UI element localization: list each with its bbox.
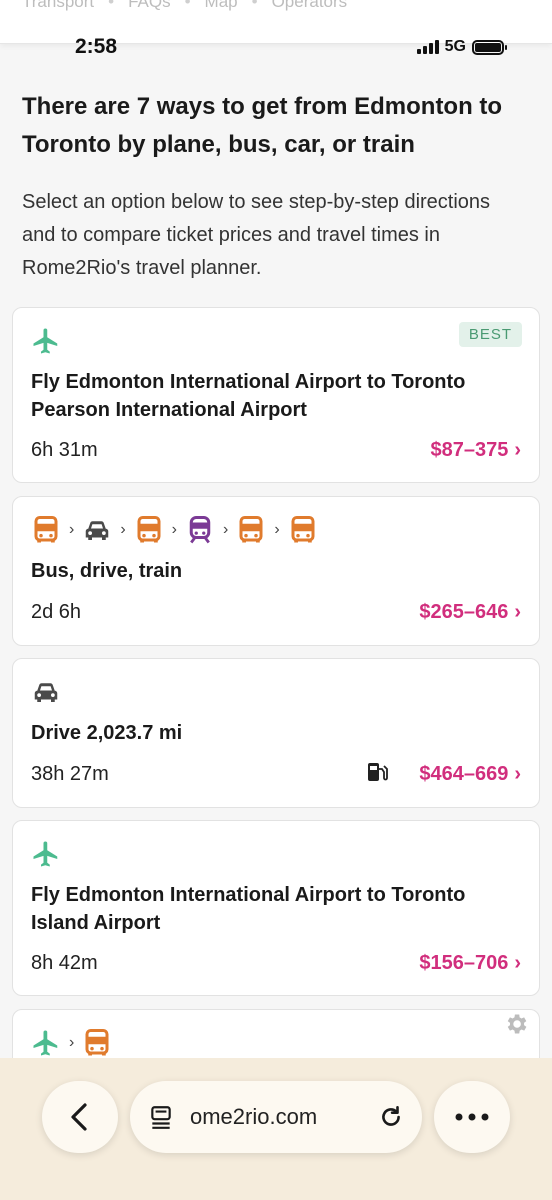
back-button[interactable] (42, 1081, 118, 1153)
status-indicators: 5G (416, 38, 507, 56)
route-title: Drive 2,023.7 mi (31, 722, 183, 744)
route-price[interactable]: $265–646 › (419, 601, 521, 624)
chevron-right-icon: › (222, 521, 229, 538)
route-card[interactable]: BEST Fly Edmonton International Airport … (12, 307, 540, 483)
status-time: 2:58 (75, 35, 118, 58)
chevron-right-icon: › (274, 521, 280, 538)
chevron-right-icon: › (171, 521, 177, 538)
status-bar: 2:58 5G (0, 30, 552, 64)
browser-toolbar: ome2rio.com (0, 1058, 552, 1200)
chevron-right-icon: › (514, 439, 521, 461)
url-text: ome2rio.com (190, 1104, 318, 1129)
route-duration: 38h 27m (31, 763, 109, 785)
route-modes (31, 839, 61, 869)
network-type: 5G (444, 38, 466, 55)
route-title: Fly Edmonton International Airport to To… (31, 884, 466, 934)
bus-icon (31, 515, 61, 545)
route-card[interactable]: › › › › › Bus, drive, train 2d 6h $265–6… (12, 496, 540, 646)
nav-link-transport[interactable]: Transport (22, 0, 94, 12)
signal-icon (416, 40, 439, 54)
reload-icon[interactable] (378, 1104, 404, 1130)
chevron-right-icon: › (120, 521, 126, 538)
battery-icon (472, 39, 507, 55)
route-title: Fly Edmonton International Airport to To… (31, 371, 466, 421)
nav-link-operators[interactable]: Operators (272, 0, 348, 12)
chevron-right-icon: › (514, 952, 521, 974)
price-range: $464–669 (419, 763, 509, 785)
address-bar[interactable]: ome2rio.com (130, 1081, 422, 1153)
route-modes: › (31, 1028, 112, 1058)
plane-icon (31, 1028, 61, 1058)
price-range: $156–706 (419, 952, 509, 974)
chevron-right-icon: › (69, 1034, 75, 1051)
more-icon (455, 1113, 489, 1121)
page-title: There are 7 ways to get from Edmonton to… (22, 93, 503, 158)
chevron-right-icon: › (514, 763, 521, 785)
nav-separator: • (108, 0, 115, 11)
page-menu-icon[interactable] (148, 1104, 174, 1130)
route-modes (31, 326, 61, 356)
route-duration: 2d 6h (31, 601, 82, 623)
nav-link-faqs[interactable]: FAQs (128, 0, 171, 12)
chevron-right-icon: › (69, 521, 75, 538)
chevron-right-icon: › (514, 601, 521, 623)
bus-icon (82, 1028, 112, 1058)
nav-separator: • (184, 0, 191, 11)
gear-icon[interactable] (503, 1011, 529, 1037)
route-price[interactable]: $87–375 › (430, 439, 521, 462)
bus-icon (134, 515, 164, 545)
route-price[interactable]: $464–669 › (419, 763, 521, 786)
plane-icon (31, 326, 61, 356)
chevron-left-icon (71, 1103, 87, 1131)
top-nav-links: Transport • FAQs • Map • Operators (22, 0, 347, 12)
route-modes: › › › › › (31, 515, 318, 545)
train-icon (185, 515, 215, 545)
car-icon (31, 677, 61, 707)
bus-icon (288, 515, 318, 545)
price-range: $265–646 (419, 601, 509, 623)
route-duration: 8h 42m (31, 952, 98, 974)
plane-icon (31, 839, 61, 869)
car-icon (82, 515, 112, 545)
nav-link-map[interactable]: Map (205, 0, 238, 12)
page-intro: Select an option below to see step-by-st… (22, 191, 491, 279)
route-card[interactable]: Fly Edmonton International Airport to To… (12, 820, 540, 996)
more-button[interactable] (434, 1081, 510, 1153)
bus-icon (236, 515, 266, 545)
route-modes (31, 677, 61, 707)
nav-separator: • (251, 0, 258, 11)
best-badge: BEST (458, 322, 522, 347)
route-price[interactable]: $156–706 › (419, 952, 521, 975)
route-duration: 6h 31m (31, 439, 98, 461)
price-range: $87–375 (430, 439, 509, 461)
route-card[interactable]: Drive 2,023.7 mi 38h 27m $464–669 › (12, 658, 540, 808)
route-title: Bus, drive, train (31, 560, 183, 582)
fuel-pump-icon (368, 763, 388, 781)
